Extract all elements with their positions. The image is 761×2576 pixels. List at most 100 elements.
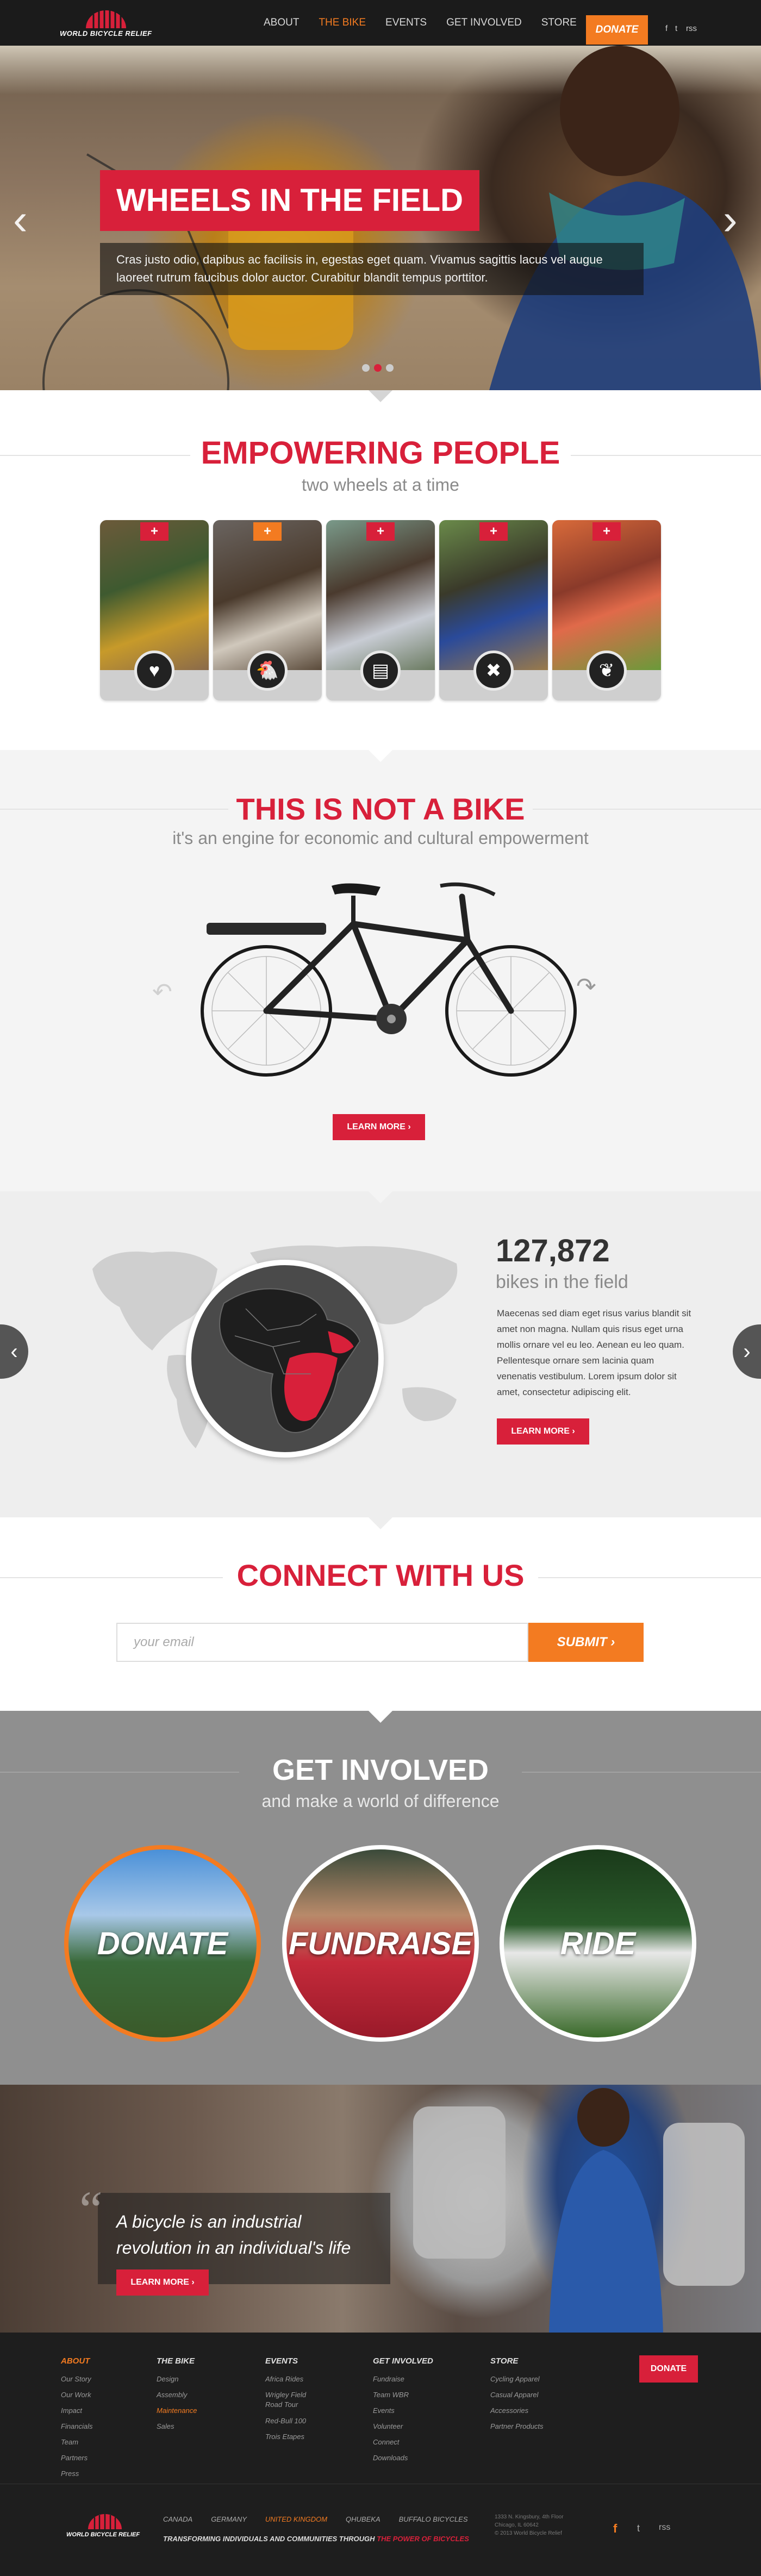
footer-link[interactable]: Press (61, 2466, 93, 2481)
empowering-title: EMPOWERING PEOPLE (201, 435, 560, 471)
nav-link-about[interactable]: ABOUT (264, 17, 299, 29)
nav-link-get-involved[interactable]: GET INVOLVED (446, 17, 522, 29)
footer-heading[interactable]: GET INVOLVED (373, 2356, 433, 2366)
country-link[interactable]: CANADA (163, 2515, 192, 2523)
bikes-label: bikes in the field (496, 1272, 628, 1292)
hero-next-arrow[interactable]: › (723, 198, 738, 241)
footer-link[interactable]: Our Work (61, 2387, 93, 2403)
footer-link[interactable]: Team (61, 2434, 93, 2450)
footer-heading[interactable]: THE BIKE (157, 2356, 197, 2366)
bike-learn-more-button[interactable]: LEARN MORE › (333, 1114, 425, 1140)
hero-text: Cras justo odio, dapibus ac facilisis in… (100, 243, 644, 295)
footer-heading[interactable]: ABOUT (61, 2356, 93, 2366)
footer-link[interactable]: Events (373, 2403, 433, 2418)
nav-link-store[interactable]: STORE (541, 17, 577, 29)
quote-mark-icon: “ (79, 2180, 103, 2239)
empower-card-economy[interactable]: + 🐔 (213, 520, 322, 701)
empower-card-agriculture[interactable]: + ❦ (552, 520, 661, 701)
footer-link[interactable]: Design (157, 2371, 197, 2387)
logo[interactable]: WORLD BICYCLE RELIEF (60, 8, 152, 38)
footer-heading[interactable]: STORE (490, 2356, 544, 2366)
footer-link[interactable]: Assembly (157, 2387, 197, 2403)
footer-logo[interactable]: WORLD BICYCLE RELIEF (64, 2512, 146, 2542)
logo-mark-icon (86, 10, 126, 28)
footer-link[interactable]: Team WBR (373, 2387, 433, 2403)
country-link[interactable]: QHUBEKA (346, 2515, 380, 2523)
footer-link[interactable]: Financials (61, 2418, 93, 2434)
slide-dot[interactable] (386, 364, 394, 372)
country-link[interactable]: UNITED KINGDOM (265, 2515, 327, 2523)
rss-icon[interactable]: rss (686, 24, 697, 33)
stats-learn-more-button[interactable]: LEARN MORE › (497, 1418, 589, 1445)
footer-link[interactable]: Africa Rides (265, 2371, 320, 2387)
footer-link[interactable]: Partners (61, 2450, 93, 2466)
facebook-icon[interactable]: f (613, 2522, 617, 2536)
footer-donate-button[interactable]: DONATE (639, 2355, 698, 2383)
rotate-left-icon[interactable]: ↶ (152, 978, 172, 1006)
chicken-icon: 🐔 (247, 651, 288, 691)
heart-icon: ♥ (134, 651, 174, 691)
quote-learn-more-button[interactable]: LEARN MORE › (116, 2269, 209, 2296)
nav-link-events[interactable]: EVENTS (385, 17, 427, 29)
plus-icon[interactable]: + (253, 522, 282, 541)
footer-link[interactable]: Red-Bull 100 (265, 2413, 320, 2429)
hero-prev-arrow[interactable]: ‹ (13, 198, 28, 241)
empower-card-tools[interactable]: + ✖ (439, 520, 548, 701)
country-link[interactable]: GERMANY (211, 2515, 247, 2523)
facebook-icon[interactable]: f (665, 24, 668, 33)
africa-map-zoom (186, 1260, 384, 1458)
fundraise-circle[interactable]: FUNDRAISE (282, 1845, 479, 2042)
empower-card-education[interactable]: + ▤ (326, 520, 435, 701)
footer-link[interactable]: Casual Apparel (490, 2387, 544, 2403)
bike-subtitle: it's an engine for economic and cultural… (172, 828, 589, 848)
bike-title: THIS IS NOT A BIKE (236, 792, 525, 826)
empowering-subtitle: two wheels at a time (302, 475, 459, 495)
twitter-icon[interactable]: t (675, 24, 677, 33)
footer-link[interactable]: Cycling Apparel (490, 2371, 544, 2387)
slide-dot[interactable] (362, 364, 370, 372)
section-notch (369, 1191, 392, 1203)
footer-link[interactable]: Volunteer (373, 2418, 433, 2434)
footer-link[interactable]: Trois Etapes (265, 2429, 320, 2444)
footer-tagline: TRANSFORMING INDIVIDUALS AND COMMUNITIES… (163, 2535, 469, 2543)
footer-link[interactable]: Maintenance (157, 2403, 197, 2418)
footer-link[interactable]: Connect (373, 2434, 433, 2450)
ride-label: RIDE (560, 1926, 636, 1961)
plus-icon[interactable]: + (479, 522, 508, 541)
nav-link-the-bike[interactable]: THE BIKE (319, 17, 366, 29)
country-link[interactable]: BUFFALO BICYCLES (399, 2515, 468, 2523)
footer-link[interactable]: Wrigley Field Road Tour (265, 2387, 320, 2413)
footer-link[interactable]: Downloads (373, 2450, 433, 2466)
bikes-count: 127,872 (496, 1233, 610, 1268)
footer-column-the-bike: THE BIKE Design Assembly Maintenance Sal… (157, 2356, 197, 2434)
footer-link[interactable]: Partner Products (490, 2418, 544, 2434)
donate-button[interactable]: DONATE (586, 15, 648, 45)
footer-logo-text: WORLD BICYCLE RELIEF (66, 2531, 140, 2538)
connect-title: CONNECT WITH US (236, 1558, 525, 1592)
plus-icon[interactable]: + (140, 522, 169, 541)
rotate-right-icon[interactable]: ↷ (576, 973, 596, 1001)
submit-button[interactable]: SUBMIT › (528, 1623, 644, 1662)
empower-card-health[interactable]: + ♥ (100, 520, 209, 701)
plus-icon[interactable]: + (592, 522, 621, 541)
tools-icon: ✖ (473, 651, 514, 691)
footer-heading[interactable]: EVENTS (265, 2356, 320, 2366)
footer-address: 1333 N. Kingsbury, 4th Floor Chicago, IL… (495, 2514, 564, 2536)
ride-circle[interactable]: RIDE (500, 1845, 696, 2042)
email-field[interactable]: your email (116, 1623, 528, 1662)
footer-link[interactable]: Our Story (61, 2371, 93, 2387)
footer-link[interactable]: Sales (157, 2418, 197, 2434)
footer-link[interactable]: Fundraise (373, 2371, 433, 2387)
footer-link[interactable]: Impact (61, 2403, 93, 2418)
hero-title: WHEELS IN THE FIELD (100, 170, 479, 231)
rss-icon[interactable]: rss (659, 2523, 670, 2533)
slide-dot[interactable] (374, 364, 382, 372)
twitter-icon[interactable]: t (637, 2523, 640, 2534)
donate-circle[interactable]: DONATE (64, 1845, 261, 2042)
section-notch (369, 1517, 392, 1529)
section-notch (369, 1711, 392, 1723)
top-navigation: WORLD BICYCLE RELIEF ABOUT THE BIKE EVEN… (0, 0, 761, 46)
get-involved-title: GET INVOLVED (272, 1754, 489, 1786)
footer-link[interactable]: Accessories (490, 2403, 544, 2418)
plus-icon[interactable]: + (366, 522, 395, 541)
